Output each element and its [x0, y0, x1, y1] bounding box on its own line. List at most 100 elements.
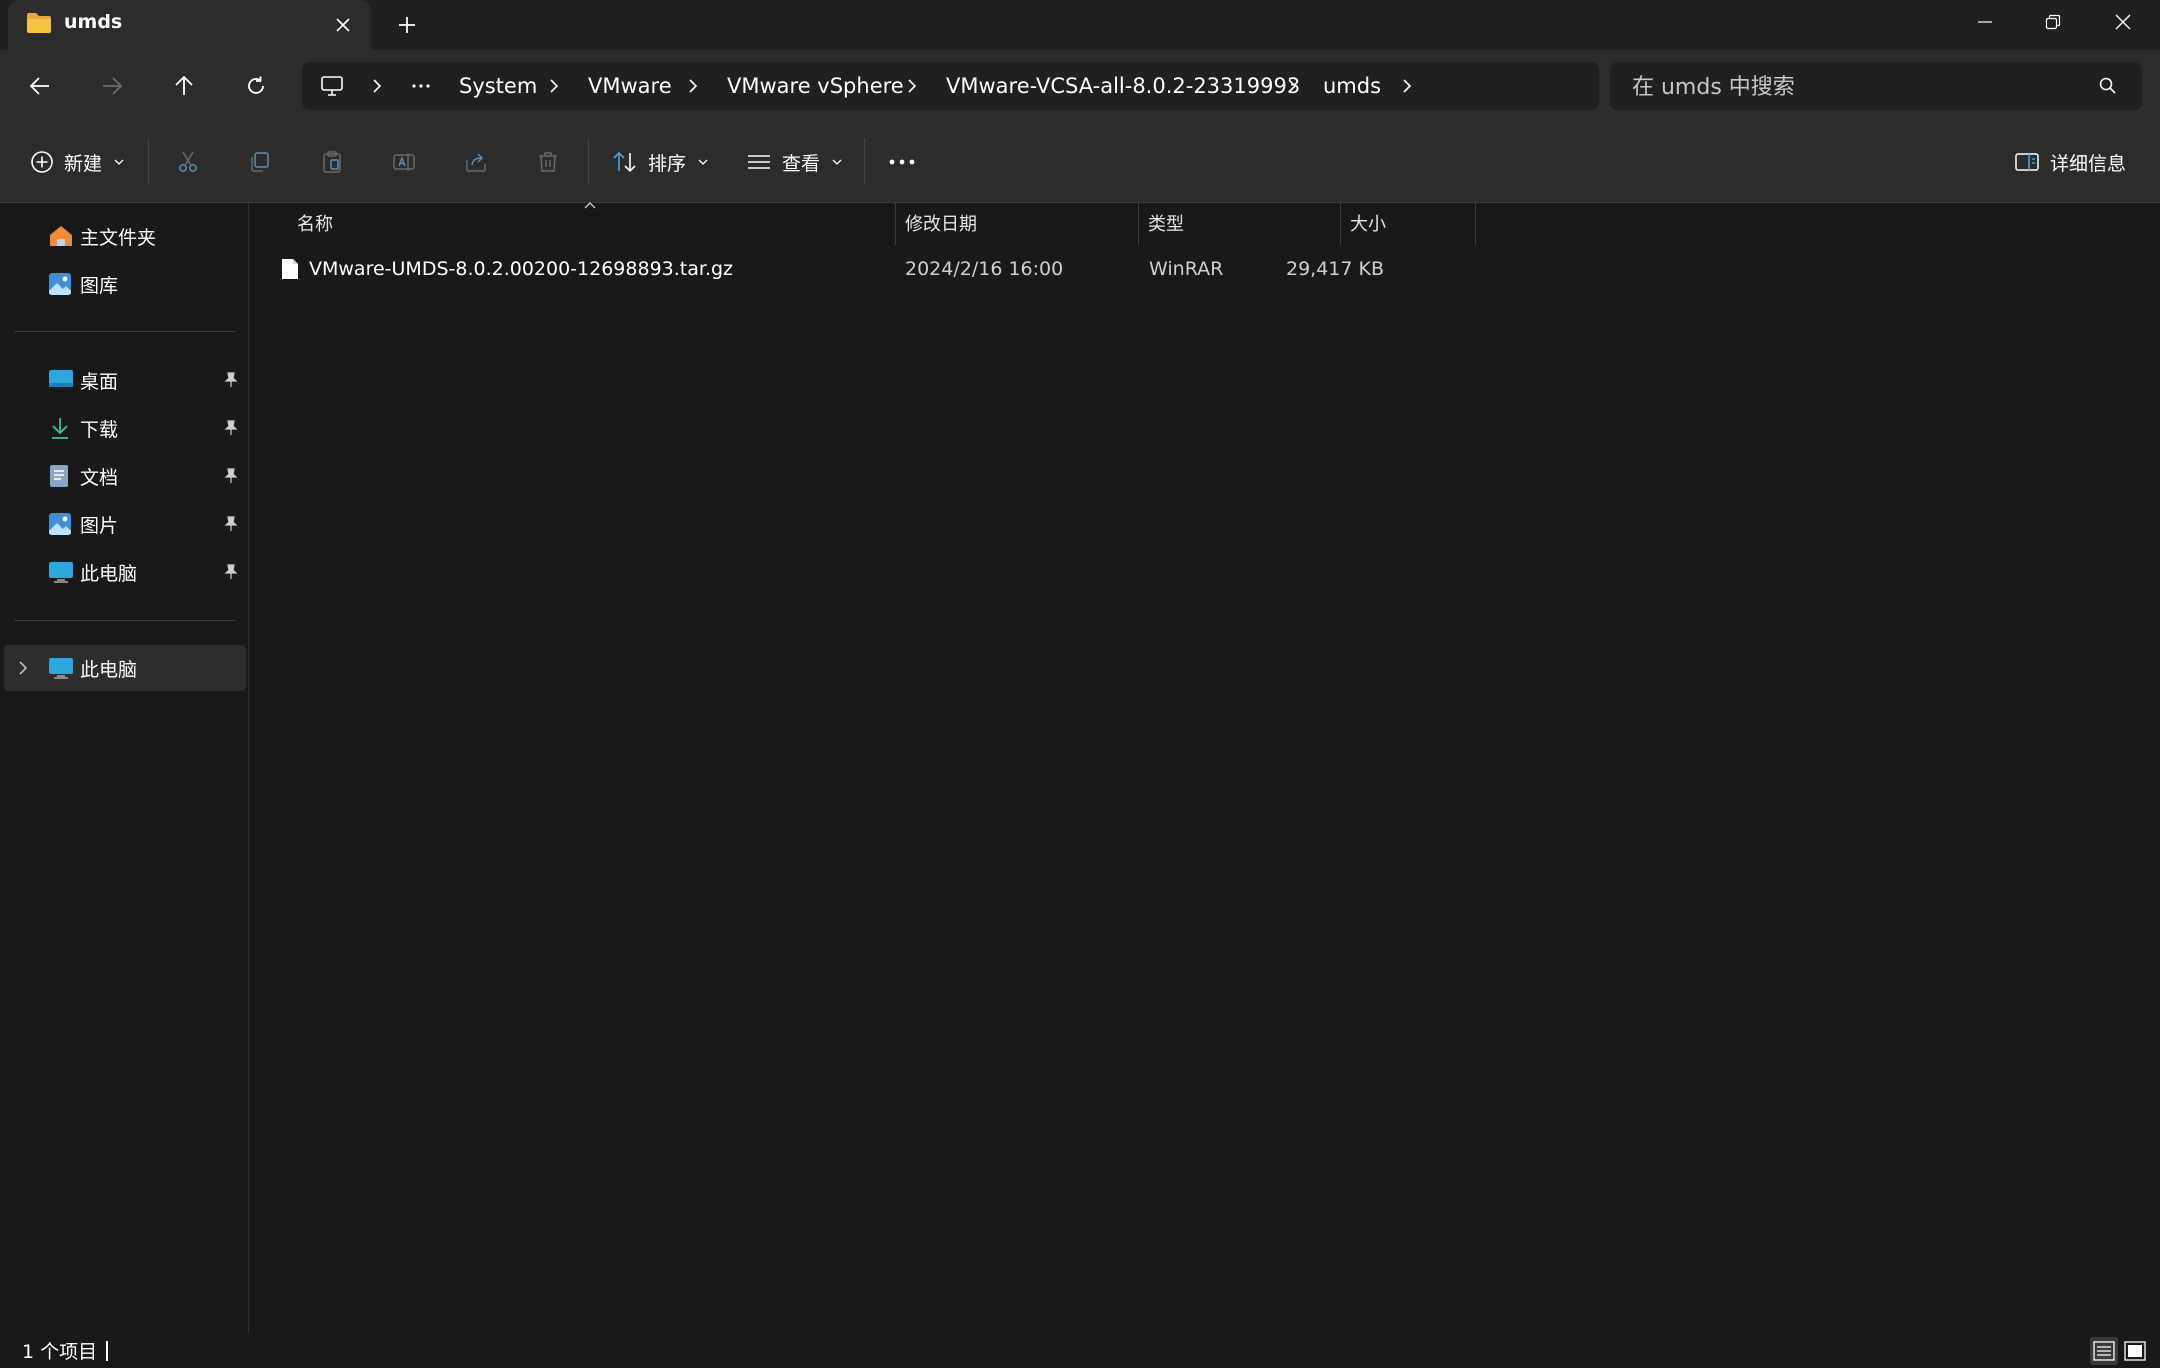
sort-button-label: 排序 [648, 152, 687, 175]
navigation-bar: System VMware VMware vSphere VMware-VCSA… [0, 50, 2160, 120]
new-button-label: 新建 [64, 152, 103, 175]
cut-button[interactable] [166, 140, 210, 184]
sidebar-item-label: 桌面 [80, 370, 119, 393]
refresh-icon[interactable] [234, 64, 278, 108]
breadcrumb-chevron-icon[interactable] [372, 62, 382, 110]
breadcrumb-item[interactable]: System [459, 62, 537, 110]
new-button[interactable]: 新建 [30, 140, 124, 184]
breadcrumb-chevron-icon[interactable] [1287, 62, 1297, 110]
column-header-date[interactable]: 修改日期 [905, 203, 977, 243]
file-size: 29,417 KB [1285, 258, 1384, 280]
chevron-down-icon [832, 159, 842, 165]
tab-title: umds [64, 11, 123, 33]
details-pane-button[interactable]: 详细信息 [2014, 140, 2126, 184]
breadcrumb-chevron-icon[interactable] [907, 62, 917, 110]
view-button[interactable]: 查看 [746, 140, 842, 184]
search-input[interactable] [1630, 62, 2084, 112]
column-divider[interactable] [1475, 203, 1476, 245]
rename-button[interactable] [382, 140, 426, 184]
back-arrow-icon[interactable] [18, 64, 62, 108]
list-view-icon [746, 152, 772, 172]
sidebar-item-home[interactable]: 主文件夹 [4, 213, 246, 259]
computer-icon[interactable] [320, 62, 344, 110]
rename-icon [392, 150, 416, 174]
table-row[interactable]: VMware-UMDS-8.0.2.00200-12698893.tar.gz … [269, 249, 1721, 289]
search-box[interactable] [1610, 62, 2142, 112]
navigation-pane: 主文件夹 图库 桌面 下载 文档 图片 此电脑 此电脑 [0, 203, 248, 1333]
pin-icon[interactable] [224, 516, 238, 532]
tab-umds[interactable]: umds [8, 0, 371, 50]
paste-button[interactable] [310, 140, 354, 184]
breadcrumb-item[interactable]: umds [1323, 62, 1381, 110]
forward-arrow-icon[interactable] [90, 64, 134, 108]
column-divider[interactable] [895, 203, 896, 245]
sidebar-item-label: 图库 [80, 274, 119, 297]
minimize-icon[interactable] [1950, 0, 2020, 44]
sidebar-item-label: 此电脑 [80, 562, 138, 585]
sidebar-item-documents[interactable]: 文档 [4, 453, 246, 499]
folder-icon [26, 12, 52, 34]
sidebar-item-this-pc[interactable]: 此电脑 [4, 549, 246, 595]
sidebar-item-gallery[interactable]: 图库 [4, 261, 246, 307]
details-view-button[interactable] [2090, 1337, 2118, 1365]
new-tab-button[interactable] [392, 10, 422, 40]
sidebar-item-label: 图片 [80, 514, 119, 537]
column-header-size[interactable]: 大小 [1350, 203, 1386, 243]
column-header-name[interactable]: 名称 [297, 203, 333, 243]
chevron-right-icon[interactable] [18, 660, 28, 676]
address-bar[interactable]: System VMware VMware vSphere VMware-VCSA… [302, 62, 1599, 110]
search-icon[interactable] [2098, 76, 2118, 96]
status-separator [106, 1341, 108, 1361]
breadcrumb-overflow-icon[interactable] [412, 62, 430, 110]
file-date: 2024/2/16 16:00 [905, 258, 1064, 280]
sidebar-divider [14, 620, 236, 621]
breadcrumb-item[interactable]: VMware-VCSA-all-8.0.2-23319993 [946, 62, 1300, 110]
sidebar-item-desktop[interactable]: 桌面 [4, 357, 246, 403]
pin-icon[interactable] [224, 468, 238, 484]
share-icon [464, 150, 488, 174]
sidebar-item-label: 主文件夹 [80, 226, 157, 249]
copy-button[interactable] [238, 140, 282, 184]
column-divider[interactable] [1138, 203, 1139, 245]
restore-icon[interactable] [2018, 0, 2088, 44]
download-icon [48, 416, 72, 440]
item-count: 1 个项目 [22, 1341, 98, 1363]
desktop-icon [48, 368, 74, 390]
pin-icon[interactable] [224, 564, 238, 580]
see-more-button[interactable] [880, 140, 924, 184]
close-tab-icon[interactable] [330, 12, 356, 38]
chevron-down-icon [114, 159, 124, 165]
breadcrumb-chevron-icon[interactable] [549, 62, 559, 110]
breadcrumb-item[interactable]: VMware [588, 62, 672, 110]
file-type: WinRAR [1149, 258, 1224, 280]
sort-arrows-icon [612, 150, 638, 174]
more-options-icon [889, 159, 915, 165]
scissors-icon [176, 150, 200, 174]
breadcrumb-chevron-icon[interactable] [688, 62, 698, 110]
tiles-view-button[interactable] [2121, 1337, 2149, 1365]
pin-icon[interactable] [224, 420, 238, 436]
sort-button[interactable]: 排序 [612, 140, 708, 184]
breadcrumb-item[interactable]: VMware vSphere [727, 62, 904, 110]
gallery-icon [48, 272, 72, 296]
column-divider[interactable] [1340, 203, 1341, 245]
share-button[interactable] [454, 140, 498, 184]
status-bar: 1 个项目 [0, 1333, 2160, 1368]
details-pane-label: 详细信息 [2050, 152, 2127, 175]
delete-button[interactable] [526, 140, 570, 184]
view-button-label: 查看 [782, 152, 821, 175]
clipboard-icon [320, 150, 344, 174]
title-bar: umds [0, 0, 2160, 50]
pin-icon[interactable] [224, 372, 238, 388]
sidebar-item-label: 此电脑 [80, 658, 138, 681]
breadcrumb-chevron-icon[interactable] [1402, 62, 1412, 110]
file-name: VMware-UMDS-8.0.2.00200-12698893.tar.gz [309, 258, 734, 280]
sidebar-item-downloads[interactable]: 下载 [4, 405, 246, 451]
sidebar-item-pictures[interactable]: 图片 [4, 501, 246, 547]
up-arrow-icon[interactable] [162, 64, 206, 108]
column-header-type[interactable]: 类型 [1148, 203, 1184, 243]
tree-item-this-pc[interactable]: 此电脑 [4, 645, 246, 691]
sidebar-item-label: 下载 [80, 418, 119, 441]
close-window-icon[interactable] [2088, 0, 2158, 44]
home-icon [48, 224, 74, 248]
